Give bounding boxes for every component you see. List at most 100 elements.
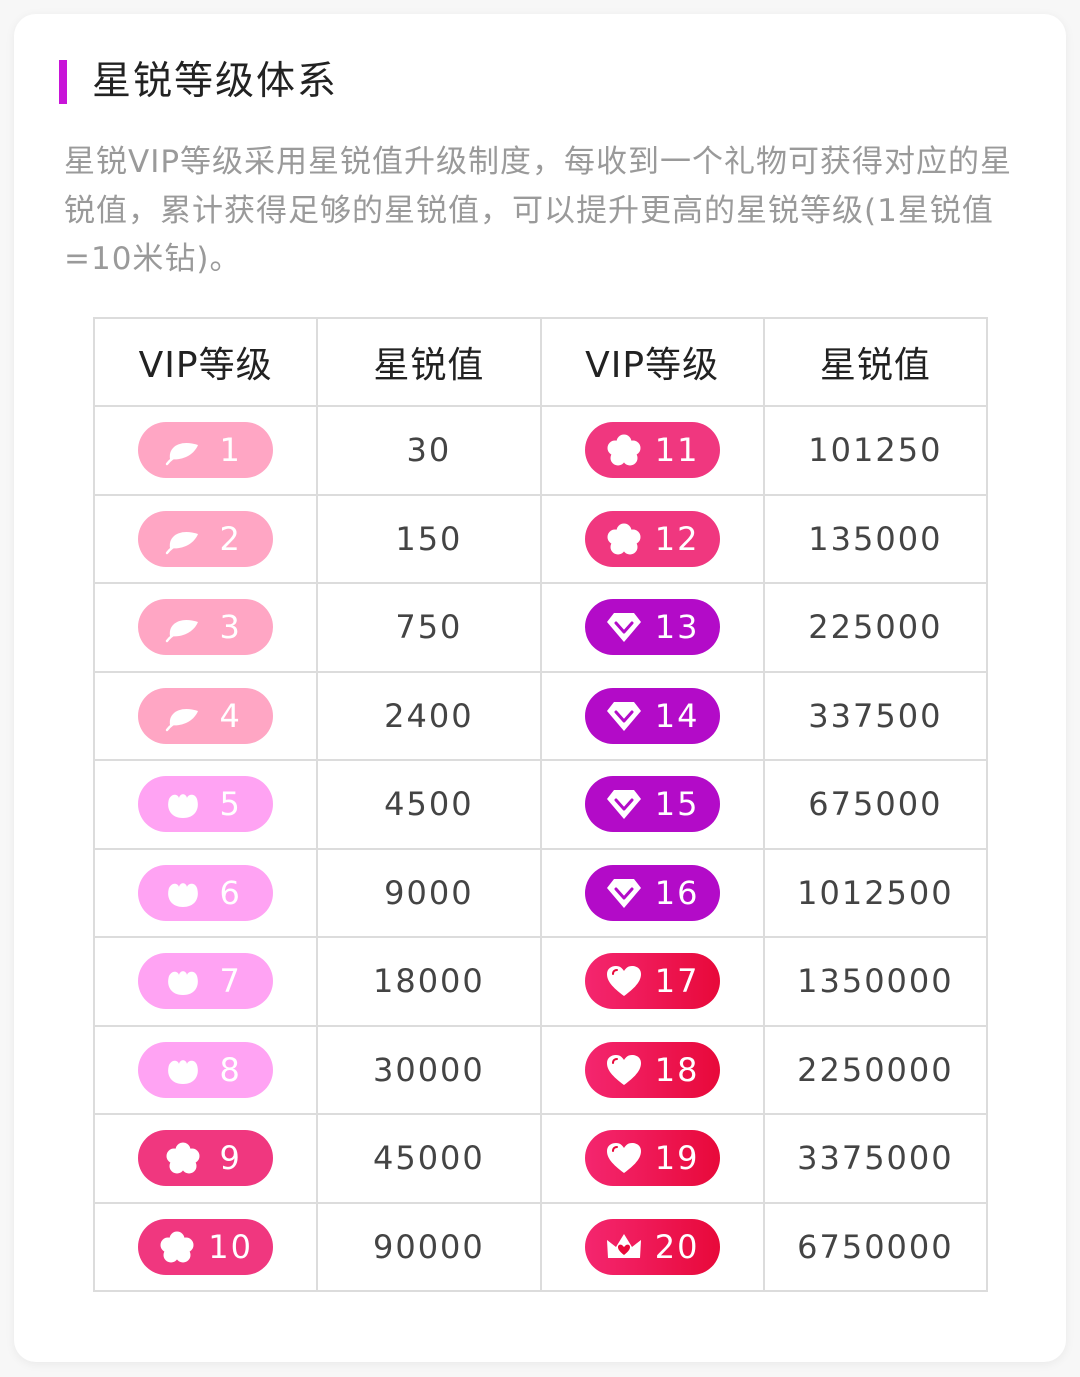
vip-level-cell: 13 xyxy=(539,582,765,673)
vip-level-cell: 20 xyxy=(539,1201,765,1292)
star-value-cell: 9000 xyxy=(316,847,542,938)
flower-icon xyxy=(605,433,643,467)
vip-level-cell: 4 xyxy=(92,670,319,761)
vip-level-cell: 1 xyxy=(92,405,319,496)
star-value-cell: 150 xyxy=(316,493,542,584)
star-value-cell: 3375000 xyxy=(762,1113,989,1204)
vip-level-badge: 7 xyxy=(138,953,274,1010)
vip-level-cell: 17 xyxy=(539,936,765,1027)
vip-level-badge: 19 xyxy=(584,1130,720,1187)
star-value-cell: 225000 xyxy=(762,582,989,673)
flower-icon xyxy=(158,1230,196,1264)
header-star-value: 星锐值 xyxy=(316,317,542,407)
vip-level-cell: 19 xyxy=(539,1113,765,1204)
vip-level-number: 11 xyxy=(654,431,700,470)
diamond-icon xyxy=(605,787,643,821)
heart-icon xyxy=(605,1053,643,1087)
vip-level-badge: 12 xyxy=(584,510,720,567)
bud-icon xyxy=(164,787,202,821)
table-header-row: VIP等级 星锐值 VIP等级 星锐值 xyxy=(92,317,989,407)
vip-level-badge: 6 xyxy=(138,864,274,921)
vip-level-number: 4 xyxy=(219,696,242,735)
bud-icon xyxy=(164,964,202,998)
heart-icon xyxy=(605,964,643,998)
vip-level-badge: 15 xyxy=(584,776,720,833)
vip-level-cell: 12 xyxy=(539,493,765,584)
table-row: 1 30 11 101250 xyxy=(92,405,989,496)
vip-level-badge: 10 xyxy=(138,1218,274,1275)
star-value-cell: 675000 xyxy=(762,759,989,850)
vip-level-number: 7 xyxy=(219,962,242,1001)
vip-level-cell: 16 xyxy=(539,847,765,938)
vip-level-number: 1 xyxy=(219,431,242,470)
vip-level-number: 5 xyxy=(219,785,242,824)
vip-level-cell: 18 xyxy=(539,1024,765,1115)
star-value-cell: 30 xyxy=(316,405,542,496)
vip-level-cell: 3 xyxy=(92,582,319,673)
vip-level-number: 9 xyxy=(219,1139,242,1178)
vip-level-number: 8 xyxy=(219,1050,242,1089)
star-value-cell: 2400 xyxy=(316,670,542,761)
vip-level-badge: 4 xyxy=(138,687,274,744)
vip-level-badge: 16 xyxy=(584,864,720,921)
table-row: 8 30000 18 2250000 xyxy=(92,1024,989,1115)
vip-level-cell: 10 xyxy=(92,1201,319,1292)
star-value-cell: 90000 xyxy=(316,1201,542,1292)
vip-level-cell: 11 xyxy=(539,405,765,496)
vip-level-badge: 2 xyxy=(138,510,274,567)
vip-level-number: 3 xyxy=(219,608,242,647)
vip-level-badge: 9 xyxy=(138,1130,274,1187)
flower-icon xyxy=(605,522,643,556)
vip-level-badge: 14 xyxy=(584,687,720,744)
vip-level-number: 20 xyxy=(654,1227,700,1266)
crown-icon xyxy=(605,1230,643,1264)
vip-level-number: 19 xyxy=(654,1139,700,1178)
vip-level-number: 2 xyxy=(219,519,242,558)
vip-level-number: 18 xyxy=(654,1050,700,1089)
vip-level-cell: 8 xyxy=(92,1024,319,1115)
vip-level-badge: 17 xyxy=(584,953,720,1010)
table-row: 7 18000 17 1350000 xyxy=(92,936,989,1027)
vip-level-number: 10 xyxy=(208,1227,253,1266)
star-value-cell: 750 xyxy=(316,582,542,673)
header-vip-level: VIP等级 xyxy=(539,317,765,407)
table-row: 9 45000 19 3375000 xyxy=(92,1113,989,1204)
vip-level-badge: 13 xyxy=(584,599,720,656)
star-value-cell: 135000 xyxy=(762,493,989,584)
leaf-icon xyxy=(164,699,202,733)
heart-icon xyxy=(605,1141,643,1175)
star-value-cell: 45000 xyxy=(316,1113,542,1204)
vip-level-badge: 1 xyxy=(138,422,274,479)
star-value-cell: 6750000 xyxy=(762,1201,989,1292)
vip-level-number: 12 xyxy=(654,519,700,558)
bud-icon xyxy=(164,1053,202,1087)
table-row: 6 9000 16 1012500 xyxy=(92,847,989,938)
leaf-icon xyxy=(164,522,202,556)
table-row: 2 150 12 135000 xyxy=(92,493,989,584)
star-value-cell: 101250 xyxy=(762,405,989,496)
star-value-cell: 337500 xyxy=(762,670,989,761)
vip-level-cell: 5 xyxy=(92,759,319,850)
diamond-icon xyxy=(605,610,643,644)
vip-level-badge: 8 xyxy=(138,1041,274,1098)
star-value-cell: 2250000 xyxy=(762,1024,989,1115)
star-value-cell: 18000 xyxy=(316,936,542,1027)
diamond-icon xyxy=(605,876,643,910)
vip-level-number: 13 xyxy=(654,608,700,647)
vip-level-cell: 7 xyxy=(92,936,319,1027)
vip-level-number: 6 xyxy=(219,873,242,912)
header-vip-level: VIP等级 xyxy=(92,317,319,407)
diamond-icon xyxy=(605,699,643,733)
vip-level-cell: 2 xyxy=(92,493,319,584)
table-row: 3 750 13 225000 xyxy=(92,582,989,673)
leaf-icon xyxy=(164,433,202,467)
table-row: 5 4500 15 675000 xyxy=(92,759,989,850)
vip-level-number: 17 xyxy=(654,962,700,1001)
leaf-icon xyxy=(164,610,202,644)
bud-icon xyxy=(164,876,202,910)
vip-level-badge: 11 xyxy=(584,422,720,479)
vip-level-badge: 18 xyxy=(584,1041,720,1098)
page-title: 星锐等级体系 xyxy=(92,59,339,104)
vip-level-number: 15 xyxy=(654,785,700,824)
vip-level-cell: 6 xyxy=(92,847,319,938)
